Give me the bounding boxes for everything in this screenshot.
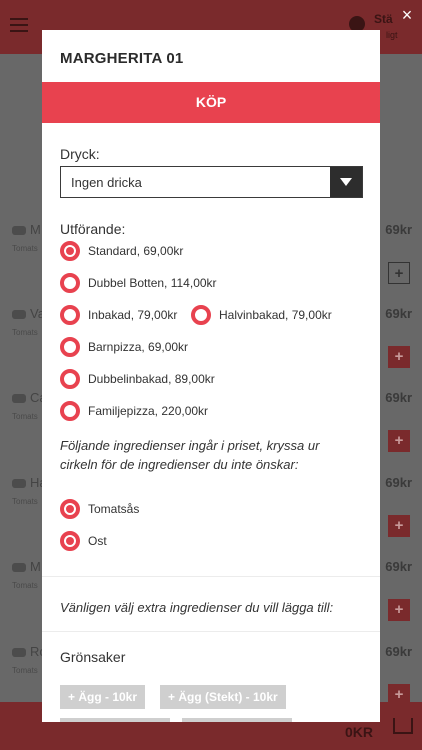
item-tag-icon <box>12 479 26 488</box>
radio-icon <box>60 273 80 293</box>
store-status-title: Stä <box>374 12 393 26</box>
item-price: 69kr <box>385 306 412 321</box>
style-option-halvinbakad[interactable]: Halvinbakad, 79,00kr <box>191 305 332 325</box>
radio-selected-icon <box>60 241 80 261</box>
style-option-barnpizza[interactable]: Barnpizza, 69,00kr <box>60 337 188 357</box>
drink-select-value: Ingen dricka <box>71 175 142 190</box>
radio-icon <box>60 401 80 421</box>
item-price: 69kr <box>385 390 412 405</box>
item-tag-icon <box>12 648 26 657</box>
extra-category-title: Grönsaker <box>60 649 126 665</box>
radio-icon <box>60 305 80 325</box>
buy-button[interactable]: KÖP <box>42 82 380 123</box>
extra-egg-button[interactable]: + Ägg - 10kr <box>60 685 146 709</box>
style-option-inbakad[interactable]: Inbakad, 79,00kr <box>60 305 177 325</box>
extra-ingredient-button[interactable] <box>182 718 292 722</box>
item-name: M <box>30 222 41 237</box>
ingredient-label: Tomatsås <box>88 502 140 516</box>
style-option-familjepizza[interactable]: Familjepizza, 220,00kr <box>60 401 208 421</box>
ingredient-ost[interactable]: Ost <box>60 531 107 551</box>
item-price: 69kr <box>385 222 412 237</box>
extra-ingredients-info: Vänligen välj extra ingredienser du vill… <box>60 600 334 615</box>
style-option-label: Familjepizza, 220,00kr <box>88 404 209 418</box>
drink-select[interactable]: Ingen dricka <box>60 166 363 198</box>
item-price: 69kr <box>385 475 412 490</box>
add-item-button[interactable]: + <box>388 430 410 452</box>
item-ingredients: Tomats <box>12 497 38 506</box>
divider <box>42 631 380 632</box>
item-ingredients: Tomats <box>12 581 38 590</box>
style-option-dubbel-botten[interactable]: Dubbel Botten, 114,00kr <box>60 273 217 293</box>
radio-selected-icon <box>60 531 80 551</box>
item-tag-icon <box>12 310 26 319</box>
close-icon[interactable]: × <box>398 6 416 24</box>
item-price: 69kr <box>385 644 412 659</box>
product-options-modal: MARGHERITA 01 KÖP Dryck: Ingen dricka Ut… <box>42 30 380 722</box>
item-tag-icon <box>12 394 26 403</box>
cart-icon[interactable] <box>393 718 413 734</box>
product-title: MARGHERITA 01 <box>60 50 184 67</box>
item-ingredients: Tomats <box>12 666 38 675</box>
cart-total: 0KR <box>345 724 374 740</box>
item-ingredients: Tomats <box>12 412 38 421</box>
item-tag-icon <box>12 563 26 572</box>
style-label: Utförande: <box>60 221 126 237</box>
item-name: M <box>30 559 41 574</box>
radio-icon <box>60 337 80 357</box>
style-option-dubbelinbakad[interactable]: Dubbelinbakad, 89,00kr <box>60 369 215 389</box>
divider <box>42 576 380 577</box>
item-tag-icon <box>12 226 26 235</box>
style-option-label: Halvinbakad, 79,00kr <box>219 308 332 322</box>
add-item-button[interactable]: + <box>388 515 410 537</box>
radio-selected-icon <box>60 499 80 519</box>
extra-fried-egg-button[interactable]: + Ägg (Stekt) - 10kr <box>160 685 286 709</box>
menu-icon[interactable] <box>10 18 28 32</box>
chevron-down-icon[interactable] <box>330 167 362 197</box>
style-option-label: Dubbelinbakad, 89,00kr <box>88 372 215 386</box>
item-ingredients: Tomats <box>12 328 38 337</box>
radio-icon <box>191 305 211 325</box>
item-ingredients: Tomats <box>12 244 38 253</box>
style-option-label: Dubbel Botten, 114,00kr <box>88 276 217 290</box>
store-status-sub: ligt <box>386 30 398 40</box>
style-option-label: Inbakad, 79,00kr <box>88 308 178 322</box>
style-option-standard[interactable]: Standard, 69,00kr <box>60 241 183 261</box>
extra-ingredient-button[interactable] <box>60 718 170 722</box>
ingredient-tomatsas[interactable]: Tomatsås <box>60 499 139 519</box>
included-ingredients-info: Följande ingredienser ingår i priset, kr… <box>60 438 320 472</box>
radio-icon <box>60 369 80 389</box>
add-item-button[interactable]: + <box>388 346 410 368</box>
style-option-label: Barnpizza, 69,00kr <box>88 340 189 354</box>
item-price: 69kr <box>385 559 412 574</box>
ingredient-label: Ost <box>88 534 107 548</box>
style-option-label: Standard, 69,00kr <box>88 244 184 258</box>
add-item-button[interactable]: + <box>388 599 410 621</box>
drink-label: Dryck: <box>60 146 100 162</box>
add-item-button[interactable]: + <box>388 262 410 284</box>
